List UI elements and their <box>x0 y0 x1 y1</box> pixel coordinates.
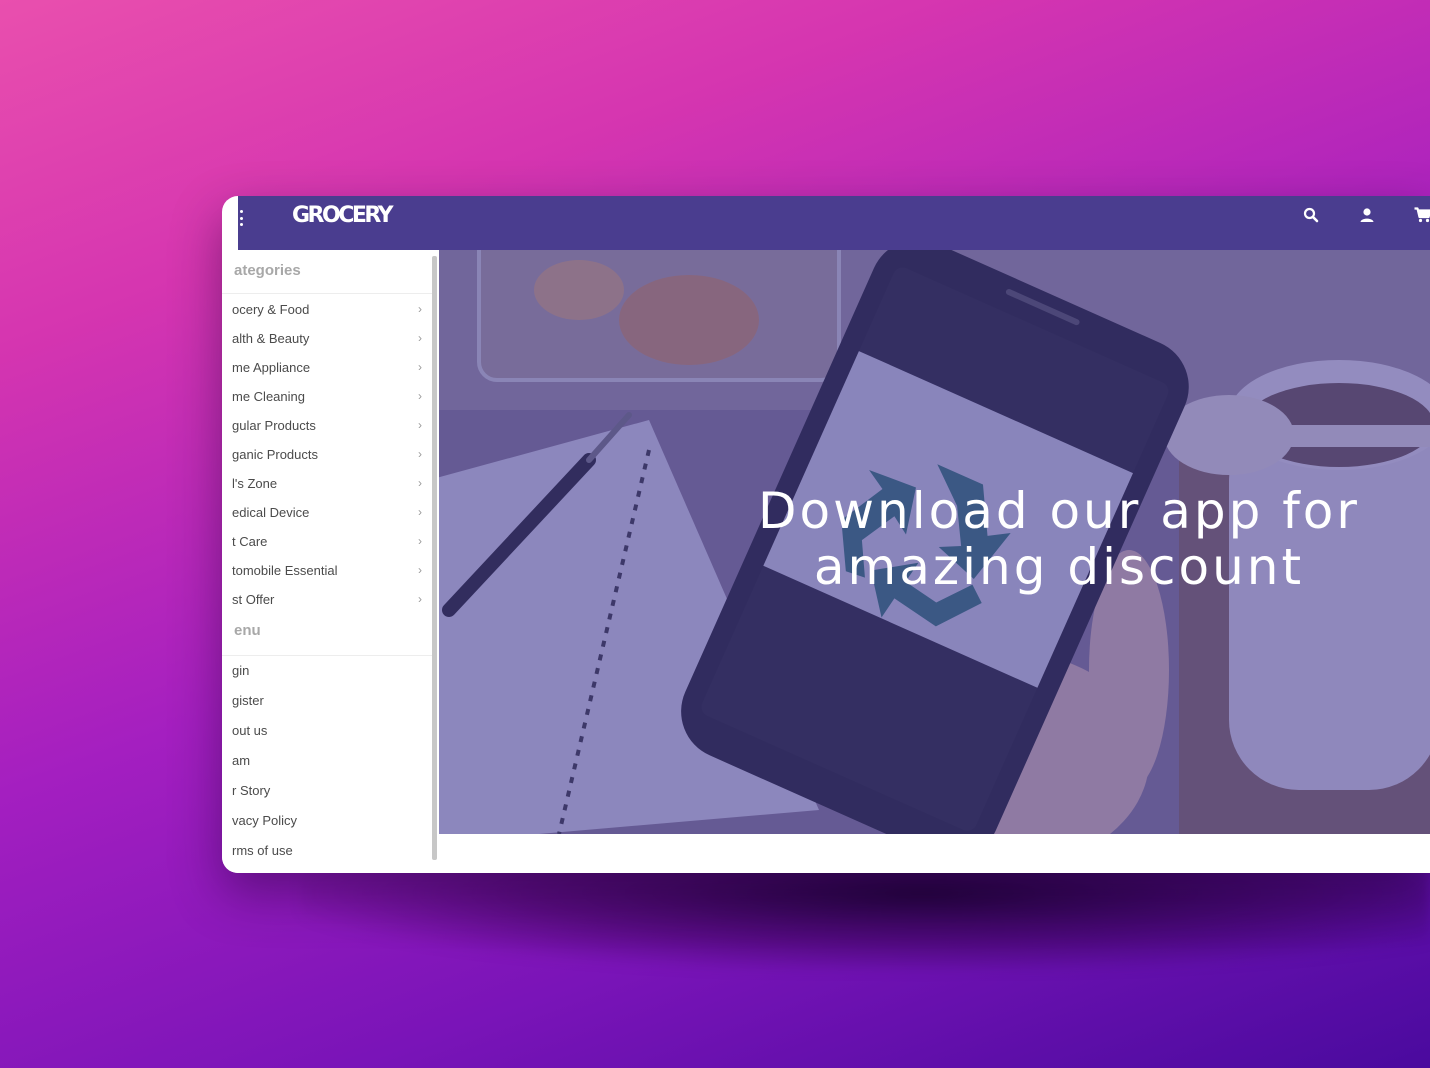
chevron-right-icon: › <box>418 418 422 432</box>
menu-item-about[interactable]: out us <box>222 716 436 746</box>
chevron-right-icon: › <box>418 505 422 519</box>
category-item[interactable]: t Care › <box>222 527 436 556</box>
search-icon[interactable] <box>1300 204 1322 226</box>
hero-banner: Download our app for amazing discount <box>439 250 1430 834</box>
chevron-right-icon: › <box>418 534 422 548</box>
menu-heading: enu <box>222 622 436 656</box>
chevron-right-icon: › <box>418 302 422 316</box>
top-navbar: GROCERY <box>238 196 1430 250</box>
category-item[interactable]: me Cleaning › <box>222 382 436 411</box>
menu-item-story[interactable]: r Story <box>222 776 436 806</box>
sidebar-scrollbar[interactable] <box>432 256 437 860</box>
category-label: edical Device <box>232 505 310 520</box>
category-label: tomobile Essential <box>232 563 338 578</box>
category-label: ocery & Food <box>232 302 310 317</box>
user-icon[interactable] <box>1356 204 1378 226</box>
chevron-right-icon: › <box>418 592 422 606</box>
browser-window: GROCERY ategories ocery & Food › alth & B… <box>222 196 1430 873</box>
category-item[interactable]: st Offer › <box>222 585 436 614</box>
menu-item-team[interactable]: am <box>222 746 436 776</box>
chevron-right-icon: › <box>418 447 422 461</box>
hero-title: Download our app for amazing discount <box>758 482 1360 596</box>
side-drawer: ategories ocery & Food › alth & Beauty › m… <box>222 250 438 873</box>
category-label: st Offer <box>232 592 275 607</box>
menu-item-register[interactable]: gister <box>222 686 436 716</box>
category-item[interactable]: ocery & Food › <box>222 295 436 324</box>
content-footer <box>439 834 1430 873</box>
menu-item-login[interactable]: gin <box>222 656 436 686</box>
chevron-right-icon: › <box>418 476 422 490</box>
category-item[interactable]: ganic Products › <box>222 440 436 469</box>
category-item[interactable]: me Appliance › <box>222 353 436 382</box>
category-item[interactable]: alth & Beauty › <box>222 324 436 353</box>
chevron-right-icon: › <box>418 563 422 577</box>
category-label: gular Products <box>232 418 316 433</box>
category-item[interactable]: l's Zone › <box>222 469 436 498</box>
category-label: ganic Products <box>232 447 318 462</box>
menu-item-terms[interactable]: rms of use <box>222 836 436 866</box>
categories-heading: ategories <box>222 262 436 294</box>
category-item[interactable]: gular Products › <box>222 411 436 440</box>
chevron-right-icon: › <box>418 389 422 403</box>
cart-icon[interactable] <box>1412 204 1430 226</box>
site-logo[interactable]: GROCERY <box>292 204 394 228</box>
menu-item-privacy[interactable]: vacy Policy <box>222 806 436 836</box>
window-shadow <box>300 860 1430 970</box>
category-label: me Cleaning <box>232 389 305 404</box>
category-label: l's Zone <box>232 476 278 491</box>
category-item[interactable]: tomobile Essential › <box>222 556 436 585</box>
category-label: alth & Beauty <box>232 331 310 346</box>
category-item[interactable]: edical Device › <box>222 498 436 527</box>
header-actions <box>1280 204 1430 228</box>
menu-icon[interactable] <box>238 210 244 226</box>
chevron-right-icon: › <box>418 360 422 374</box>
chevron-right-icon: › <box>418 331 422 345</box>
category-label: me Appliance <box>232 360 311 375</box>
category-label: t Care <box>232 534 268 549</box>
